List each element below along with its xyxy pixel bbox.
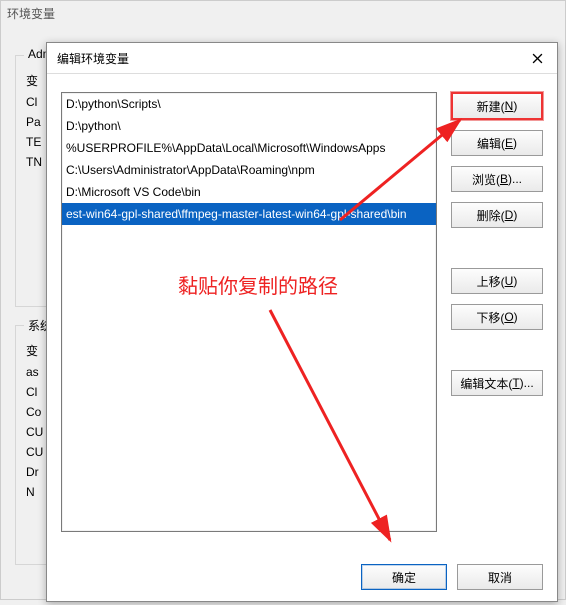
truncated-label: CU <box>26 445 43 459</box>
dialog-titlebar[interactable]: 编辑环境变量 <box>47 43 557 74</box>
list-item[interactable]: %USERPROFILE%\AppData\Local\Microsoft\Wi… <box>62 137 436 159</box>
browse-button[interactable]: 浏览(B)... <box>451 166 543 192</box>
list-item[interactable]: D:\Microsoft VS Code\bin <box>62 181 436 203</box>
truncated-label: Co <box>26 405 43 419</box>
truncated-label: Cl <box>26 95 42 109</box>
list-item[interactable]: C:\Users\Administrator\AppData\Roaming\n… <box>62 159 436 181</box>
close-icon <box>532 53 543 64</box>
ok-button[interactable]: 确定 <box>361 564 447 590</box>
move-up-button[interactable]: 上移(U) <box>451 268 543 294</box>
env-vars-title: 环境变量 <box>7 5 55 22</box>
list-item-selected[interactable]: est-win64-gpl-shared\ffmpeg-master-lates… <box>62 203 436 225</box>
truncated-label: N <box>26 485 43 499</box>
edit-env-var-dialog: 编辑环境变量 D:\python\Scripts\ D:\python\ %US… <box>46 42 558 602</box>
button-column: 新建(N) 编辑(E) 浏览(B)... 删除(D) 上移(U) <box>451 92 543 592</box>
truncated-label: Cl <box>26 385 43 399</box>
list-item[interactable]: D:\python\Scripts\ <box>62 93 436 115</box>
move-down-button[interactable]: 下移(O) <box>451 304 543 330</box>
user-vars-col: 变 Cl Pa TE TN <box>26 72 42 169</box>
edit-button[interactable]: 编辑(E) <box>451 130 543 156</box>
close-button[interactable] <box>517 43 557 73</box>
path-listbox[interactable]: D:\python\Scripts\ D:\python\ %USERPROFI… <box>61 92 437 532</box>
truncated-label: as <box>26 365 43 379</box>
truncated-label: TN <box>26 155 42 169</box>
truncated-label: 变 <box>26 72 42 89</box>
delete-button[interactable]: 删除(D) <box>451 202 543 228</box>
dialog-title: 编辑环境变量 <box>57 50 129 67</box>
truncated-label: 变 <box>26 342 43 359</box>
truncated-label: CU <box>26 425 43 439</box>
system-vars-col: 变 as Cl Co CU CU Dr N <box>26 342 43 499</box>
list-item[interactable]: D:\python\ <box>62 115 436 137</box>
dialog-footer: 确定 取消 <box>361 564 543 590</box>
truncated-label: Pa <box>26 115 42 129</box>
truncated-label: Dr <box>26 465 43 479</box>
truncated-label: TE <box>26 135 42 149</box>
new-button[interactable]: 新建(N) <box>451 92 543 120</box>
edit-text-button[interactable]: 编辑文本(T)... <box>451 370 543 396</box>
cancel-button[interactable]: 取消 <box>457 564 543 590</box>
